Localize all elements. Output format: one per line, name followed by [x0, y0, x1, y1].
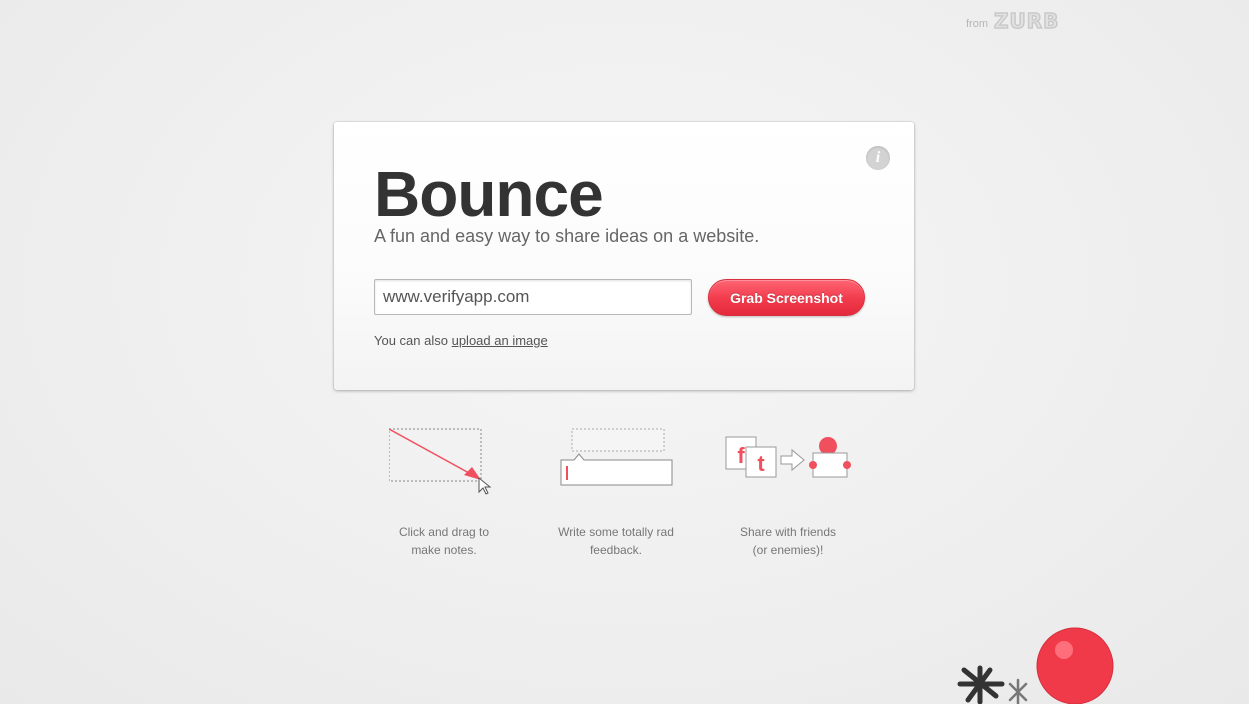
svg-text:t: t — [757, 451, 765, 476]
info-icon[interactable]: i — [866, 146, 890, 170]
zurb-logo[interactable]: ZURB — [993, 10, 1059, 32]
upload-line: You can also upload an image — [374, 333, 548, 348]
grab-screenshot-button[interactable]: Grab Screenshot — [708, 279, 865, 316]
page-title: Bounce — [374, 158, 604, 230]
svg-text:f: f — [737, 443, 745, 468]
feature-share-line1: Share with friends — [739, 525, 837, 539]
feature-drag: Click and drag to make notes. — [359, 425, 529, 559]
feedback-box-icon — [560, 428, 673, 486]
feature-feedback-line1: Write some totally rad — [558, 525, 674, 539]
jack-large-icon — [957, 665, 1005, 704]
brand-from-text: from — [966, 18, 988, 30]
jack-small-icon — [1008, 678, 1028, 704]
jacks-and-ball-decoration — [957, 627, 1114, 704]
feature-feedback: Write some totally rad feedback. — [531, 425, 701, 559]
drag-arrow-icon — [389, 428, 492, 495]
feature-share-line2: (or enemies)! — [752, 543, 824, 557]
red-ball-icon — [1036, 627, 1114, 704]
upload-image-link[interactable]: upload an image — [452, 333, 548, 348]
url-input[interactable] — [374, 279, 692, 315]
feature-feedback-caption: Write some totally rad feedback. — [531, 523, 701, 559]
feature-share-caption: Share with friends (or enemies)! — [703, 523, 873, 559]
share-icon: f t — [725, 436, 851, 478]
feature-drag-caption: Click and drag to make notes. — [359, 523, 529, 559]
feature-share: f t Share with friends (or enemies)! — [703, 425, 873, 559]
feature-drag-line1: Click and drag to — [398, 525, 490, 539]
upload-prefix: You can also — [374, 333, 452, 348]
feature-feedback-line2: feedback. — [589, 543, 643, 557]
brand[interactable]: from ZURB — [966, 10, 1059, 32]
page-subtitle: A fun and easy way to share ideas on a w… — [374, 226, 760, 246]
feature-drag-line2: make notes. — [411, 543, 477, 557]
main-card: i Bounce A fun and easy way to share ide… — [334, 122, 914, 390]
